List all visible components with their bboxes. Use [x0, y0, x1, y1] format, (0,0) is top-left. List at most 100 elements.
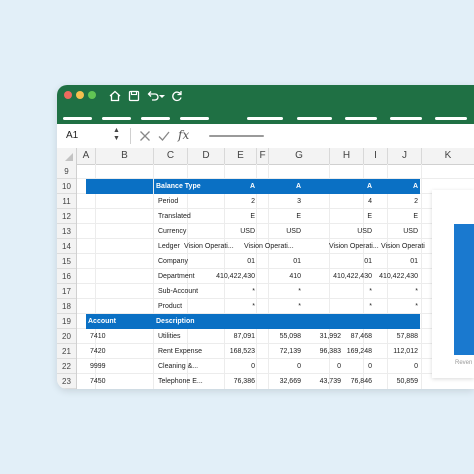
- amount-cell[interactable]: 0: [374, 359, 420, 374]
- row-header[interactable]: 11: [57, 194, 76, 209]
- amount-cell[interactable]: 76,846: [325, 374, 374, 389]
- param-value[interactable]: *: [374, 299, 420, 314]
- cell-grid[interactable]: Balance Type A A A A Period 2 3 4 2 Tran…: [77, 164, 474, 389]
- param-value[interactable]: USD: [374, 224, 420, 239]
- column-header[interactable]: D: [188, 148, 225, 164]
- param-value[interactable]: Vision Operati...: [327, 239, 379, 254]
- param-value[interactable]: 01: [257, 254, 303, 269]
- param-value[interactable]: E: [325, 209, 374, 224]
- account-header[interactable]: Account: [86, 314, 154, 329]
- param-value[interactable]: 3: [257, 194, 303, 209]
- header-fill[interactable]: [303, 179, 325, 194]
- balance-type-value[interactable]: A: [374, 179, 420, 194]
- param-value[interactable]: *: [211, 284, 257, 299]
- column-header[interactable]: E: [225, 148, 257, 164]
- column-header[interactable]: C: [154, 148, 188, 164]
- param-value[interactable]: *: [211, 299, 257, 314]
- param-value[interactable]: *: [325, 284, 374, 299]
- row-header[interactable]: 9: [57, 164, 76, 179]
- param-value[interactable]: E: [211, 209, 257, 224]
- home-icon[interactable]: [107, 88, 123, 104]
- param-value[interactable]: *: [257, 299, 303, 314]
- row-header[interactable]: 12: [57, 209, 76, 224]
- ribbon-tab[interactable]: [435, 117, 467, 120]
- amount-cell[interactable]: 87,091: [201, 329, 257, 344]
- ribbon-tab[interactable]: [390, 117, 422, 120]
- param-value[interactable]: *: [374, 284, 420, 299]
- ribbon-tab[interactable]: [297, 117, 332, 120]
- param-value[interactable]: 4: [325, 194, 374, 209]
- param-value[interactable]: 410,422,430: [315, 269, 374, 284]
- row-header[interactable]: 19: [57, 314, 76, 329]
- param-value[interactable]: 01: [374, 254, 420, 269]
- amount-cell[interactable]: 76,386: [201, 374, 257, 389]
- param-value[interactable]: Vision Operati...: [182, 239, 242, 254]
- param-value[interactable]: 01: [211, 254, 257, 269]
- param-value[interactable]: Vision Operati...: [242, 239, 302, 254]
- confirm-check-icon[interactable]: [157, 129, 171, 143]
- param-value[interactable]: E: [374, 209, 420, 224]
- balance-type-value[interactable]: A: [325, 179, 374, 194]
- param-value[interactable]: USD: [257, 224, 303, 239]
- ribbon-tab[interactable]: [247, 117, 283, 120]
- account-cell[interactable]: 7410: [88, 329, 138, 344]
- row-header[interactable]: 20: [57, 329, 76, 344]
- column-header[interactable]: J: [388, 148, 422, 164]
- row-header[interactable]: 17: [57, 284, 76, 299]
- ribbon-tab[interactable]: [102, 117, 131, 120]
- param-value[interactable]: 2: [211, 194, 257, 209]
- param-value[interactable]: USD: [325, 224, 374, 239]
- column-header[interactable]: A: [77, 148, 96, 164]
- row-header[interactable]: 10: [57, 179, 76, 194]
- amount-cell[interactable]: 112,012: [374, 344, 420, 359]
- param-value[interactable]: 01: [325, 254, 374, 269]
- param-value[interactable]: 410: [257, 269, 303, 284]
- name-box[interactable]: A1: [66, 130, 78, 141]
- balance-type-header[interactable]: Balance Type: [154, 179, 211, 194]
- column-header[interactable]: H: [330, 148, 364, 164]
- column-header[interactable]: G: [269, 148, 330, 164]
- row-header[interactable]: 13: [57, 224, 76, 239]
- account-cell[interactable]: 9999: [88, 359, 138, 374]
- row-header[interactable]: 15: [57, 254, 76, 269]
- close-window-button[interactable]: [64, 91, 72, 99]
- account-cell[interactable]: 7450: [88, 374, 138, 389]
- select-all-corner[interactable]: [57, 148, 77, 164]
- param-value[interactable]: E: [257, 209, 303, 224]
- param-value[interactable]: *: [257, 284, 303, 299]
- cancel-icon[interactable]: [138, 129, 152, 143]
- amount-cell[interactable]: 168,523: [201, 344, 257, 359]
- row-header[interactable]: 18: [57, 299, 76, 314]
- amount-cell[interactable]: 57,888: [374, 329, 420, 344]
- header-fill[interactable]: [211, 314, 420, 329]
- amount-cell[interactable]: 0: [325, 359, 374, 374]
- minimize-window-button[interactable]: [76, 91, 84, 99]
- amount-cell[interactable]: 50,859: [374, 374, 420, 389]
- save-icon[interactable]: [126, 88, 142, 104]
- row-header[interactable]: 23: [57, 374, 76, 389]
- row-header[interactable]: 21: [57, 344, 76, 359]
- amount-cell[interactable]: 0: [201, 359, 257, 374]
- ribbon-tab[interactable]: [345, 117, 377, 120]
- function-icon[interactable]: fx: [178, 128, 189, 142]
- ribbon-tab[interactable]: [141, 117, 170, 120]
- formula-input[interactable]: [209, 135, 264, 137]
- row-header[interactable]: 16: [57, 269, 76, 284]
- param-value[interactable]: *: [325, 299, 374, 314]
- row-header[interactable]: 14: [57, 239, 76, 254]
- balance-type-value[interactable]: A: [211, 179, 257, 194]
- header-fill[interactable]: [86, 179, 153, 194]
- ribbon-tab[interactable]: [63, 117, 92, 120]
- param-value[interactable]: 410,422,430: [201, 269, 257, 284]
- zoom-window-button[interactable]: [88, 91, 96, 99]
- param-value[interactable]: 2: [374, 194, 420, 209]
- account-cell[interactable]: 7420: [88, 344, 138, 359]
- amount-cell[interactable]: 87,468: [325, 329, 374, 344]
- column-header[interactable]: I: [364, 148, 388, 164]
- name-box-stepper-icon[interactable]: ▲ ▼: [113, 127, 120, 143]
- param-value[interactable]: 410,422,430: [369, 269, 420, 284]
- balance-type-value[interactable]: A: [257, 179, 303, 194]
- column-header[interactable]: K: [422, 148, 474, 164]
- redo-icon[interactable]: [169, 88, 185, 104]
- param-value[interactable]: USD: [211, 224, 257, 239]
